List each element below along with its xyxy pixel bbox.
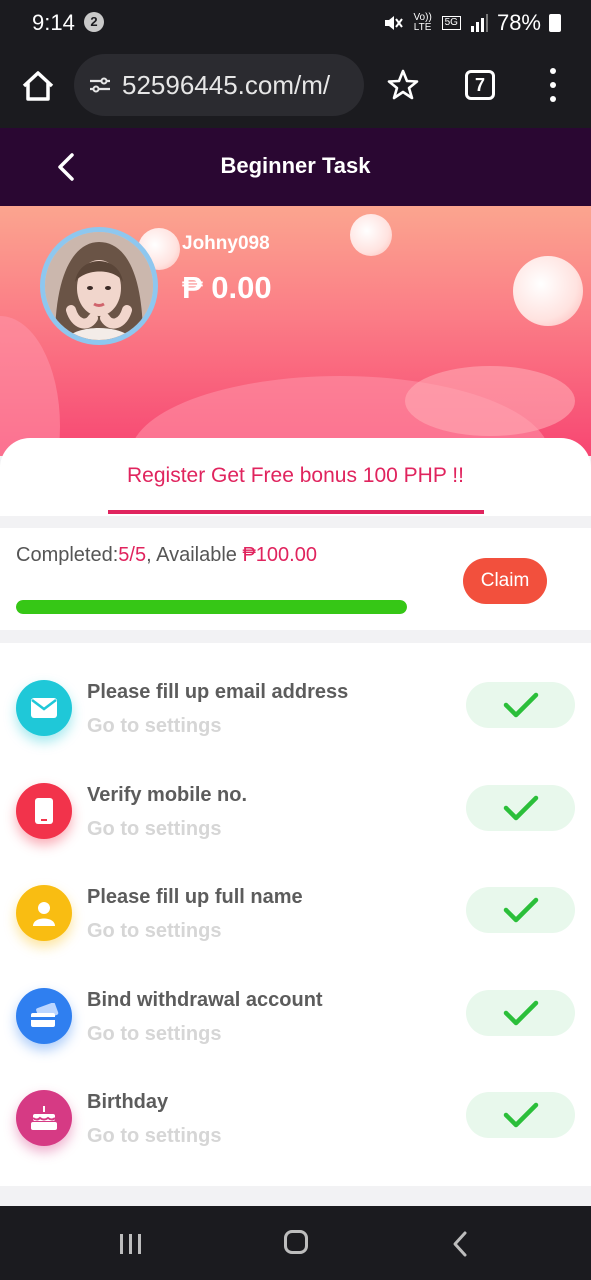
avatar-photo <box>45 232 153 340</box>
mute-icon <box>384 16 403 30</box>
checkmark-icon <box>503 1102 538 1128</box>
task-settings-link[interactable]: Go to settings <box>87 818 221 841</box>
card-icon <box>16 987 72 1044</box>
task-row[interactable]: Please fill up email address Go to settin… <box>0 668 591 768</box>
task-row[interactable]: Birthday Go to settings <box>0 1078 591 1178</box>
task-row[interactable]: Bind withdrawal account Go to settings <box>0 976 591 1076</box>
task-title: Please fill up email address <box>87 681 349 703</box>
volte-indicator: Vo)) LTE <box>413 12 432 33</box>
task-title: Verify mobile no. <box>87 783 248 806</box>
checkmark-icon <box>503 692 538 718</box>
bonus-tab-bar: Register Get Free bonus 100 PHP !! <box>0 438 591 516</box>
checkmark-icon <box>503 897 538 923</box>
balance-amount: ₱ 0.00 <box>182 270 272 305</box>
completion-summary: Completed:5/5, Available ₱100.00 Claim <box>0 528 591 630</box>
home-button[interactable] <box>284 1230 308 1254</box>
notification-count-badge: 2 <box>84 12 104 32</box>
banner-bubble <box>350 214 392 256</box>
cake-icon <box>16 1090 72 1146</box>
address-bar[interactable]: 52596445.com/m/ <box>74 54 364 116</box>
profile-banner: Johny098 ₱ 0.00 <box>0 206 591 456</box>
banner-bubble <box>513 256 583 326</box>
battery-icon <box>549 14 561 32</box>
tab-active-indicator <box>108 510 484 514</box>
checkmark-icon <box>503 1000 538 1025</box>
bookmark-star-icon[interactable] <box>386 68 420 102</box>
envelope-icon <box>16 680 72 736</box>
task-row[interactable]: Please fill up full name Go to settings <box>0 873 591 973</box>
page-title: Beginner Task <box>220 153 371 178</box>
task-settings-link[interactable]: Go to settings <box>87 1125 221 1148</box>
recent-apps-icon[interactable] <box>118 1232 144 1256</box>
task-row[interactable]: Verify mobile no. Go to settings <box>0 771 591 871</box>
task-title: Birthday <box>87 1091 169 1113</box>
overflow-menu-icon[interactable] <box>544 68 562 102</box>
signal-icon <box>470 14 488 32</box>
task-list: Please fill up email address Go to settin… <box>0 643 591 1186</box>
status-time: 9:14 <box>32 10 75 35</box>
banner-decoration <box>405 366 575 436</box>
battery-percent: 78% <box>496 10 541 35</box>
completed-label: Completed: <box>16 544 119 566</box>
available-amount: ₱100.00 <box>242 544 317 566</box>
task-complete-badge <box>466 682 575 728</box>
task-complete-badge <box>466 784 575 831</box>
person-icon <box>16 885 72 941</box>
progress-fill <box>16 600 407 614</box>
task-complete-badge <box>466 989 575 1036</box>
phone-icon <box>16 782 72 839</box>
checkmark-icon <box>503 795 538 820</box>
banner-decoration <box>0 316 60 456</box>
task-settings-link[interactable]: Go to settings <box>87 920 221 943</box>
username: Johny098 <box>182 233 270 254</box>
browser-toolbar: 52596445.com/m/ 7 <box>0 44 591 128</box>
network-indicator: 5G <box>441 16 461 30</box>
tabs-button[interactable]: 7 <box>465 70 495 100</box>
home-icon[interactable] <box>18 66 58 106</box>
avatar[interactable] <box>40 227 158 345</box>
url-text: 52596445.com/m/ <box>122 69 331 100</box>
site-settings-icon[interactable] <box>88 73 112 97</box>
status-bar: 9:14 2 Vo)) LTE 5G 78% <box>0 0 591 44</box>
system-navigation-bar <box>0 1206 591 1280</box>
tab-register-bonus[interactable]: Register Get Free bonus 100 PHP !! <box>0 464 591 488</box>
page-header: Beginner Task <box>0 128 591 206</box>
status-icons: Vo)) LTE 5G 78% <box>382 10 561 36</box>
page-content: Beginner Task Johny098 ₱ 0.00 Register G… <box>0 128 591 1206</box>
task-complete-badge <box>466 887 575 933</box>
task-title: Bind withdrawal account <box>87 988 323 1011</box>
task-title: Please fill up full name <box>87 886 303 908</box>
system-back-icon[interactable] <box>450 1230 470 1258</box>
task-settings-link[interactable]: Go to settings <box>87 715 221 738</box>
task-complete-badge <box>466 1092 575 1138</box>
available-label: , Available <box>146 544 243 566</box>
completion-text: Completed:5/5, Available ₱100.00 <box>16 544 317 567</box>
task-settings-link[interactable]: Go to settings <box>87 1023 221 1046</box>
progress-bar <box>16 600 407 614</box>
claim-button[interactable]: Claim <box>463 558 547 604</box>
completed-value: 5/5 <box>118 544 147 566</box>
